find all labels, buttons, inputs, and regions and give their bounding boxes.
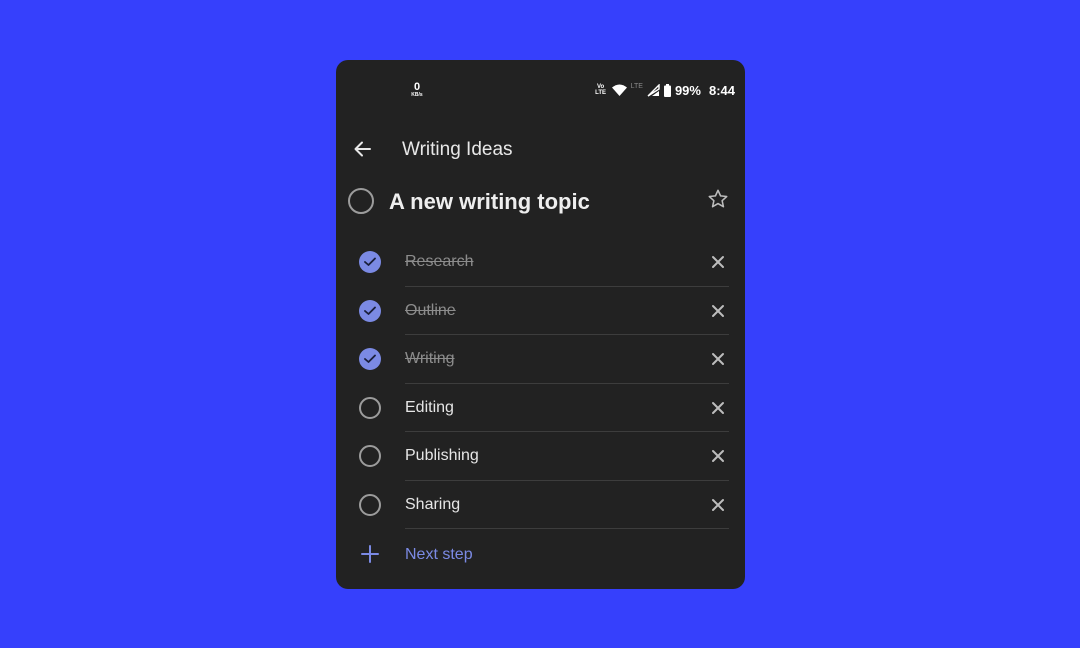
steps-list: Research Outline Writing Editing Publish…: [336, 238, 745, 529]
battery-percent: 99%: [674, 82, 701, 98]
add-step-label: Next step: [405, 546, 473, 563]
close-icon[interactable]: [711, 255, 725, 269]
network-speed: 0 KB/s: [409, 81, 425, 99]
signal-icon: [647, 83, 660, 97]
status-bar: 0 KB/s Vo LTE LTE 99% 8:44: [336, 60, 745, 110]
plus-icon: [361, 545, 379, 563]
star-outline-icon: [708, 189, 728, 208]
app-header: Writing Ideas: [336, 130, 745, 168]
phone-screen: 0 KB/s Vo LTE LTE 99% 8:44 Writing Ideas…: [336, 60, 745, 589]
step-label[interactable]: Sharing: [405, 496, 460, 514]
battery-icon: [663, 83, 671, 97]
close-icon[interactable]: [711, 498, 725, 512]
back-button[interactable]: [352, 138, 374, 160]
clock: 8:44: [708, 82, 735, 98]
close-icon[interactable]: [711, 449, 725, 463]
step-item: Research: [336, 238, 745, 287]
wifi-icon: [611, 84, 627, 96]
task-complete-checkbox[interactable]: [348, 188, 374, 214]
checkmark-icon: [364, 306, 376, 315]
star-button[interactable]: [707, 188, 729, 210]
step-label[interactable]: Editing: [405, 399, 454, 417]
step-checkbox[interactable]: [359, 493, 381, 516]
volte-bottom-label: LTE: [595, 90, 607, 96]
step-item: Sharing: [336, 481, 745, 529]
list-title: Writing Ideas: [402, 139, 513, 160]
divider: [405, 528, 729, 529]
step-label[interactable]: Publishing: [405, 447, 479, 465]
status-icons: Vo LTE LTE 99% 8:44: [594, 81, 735, 99]
lte-icon: LTE: [630, 82, 643, 90]
step-checkbox[interactable]: [359, 396, 381, 419]
network-speed-value: 0: [413, 81, 421, 93]
step-item: Outline: [336, 287, 745, 335]
checkmark-icon: [364, 257, 376, 266]
task-title[interactable]: A new writing topic: [389, 189, 590, 215]
step-checkbox[interactable]: [359, 251, 381, 273]
step-checkbox[interactable]: [359, 445, 381, 467]
step-label[interactable]: Outline: [405, 302, 456, 320]
step-item: Editing: [336, 384, 745, 432]
network-speed-unit: KB/s: [411, 92, 423, 98]
step-checkbox[interactable]: [359, 348, 381, 370]
task-header: A new writing topic: [336, 186, 745, 220]
volte-icon: Vo LTE: [594, 84, 608, 96]
close-icon[interactable]: [711, 401, 725, 415]
arrow-left-icon: [354, 141, 371, 157]
step-item: Publishing: [336, 432, 745, 481]
close-icon[interactable]: [711, 352, 725, 366]
checkmark-icon: [364, 354, 376, 363]
step-label[interactable]: Writing: [405, 350, 455, 368]
step-item: Writing: [336, 335, 745, 384]
step-label[interactable]: Research: [405, 253, 473, 271]
close-icon[interactable]: [711, 304, 725, 318]
add-step-button[interactable]: Next step: [336, 538, 745, 570]
step-checkbox[interactable]: [359, 299, 381, 322]
